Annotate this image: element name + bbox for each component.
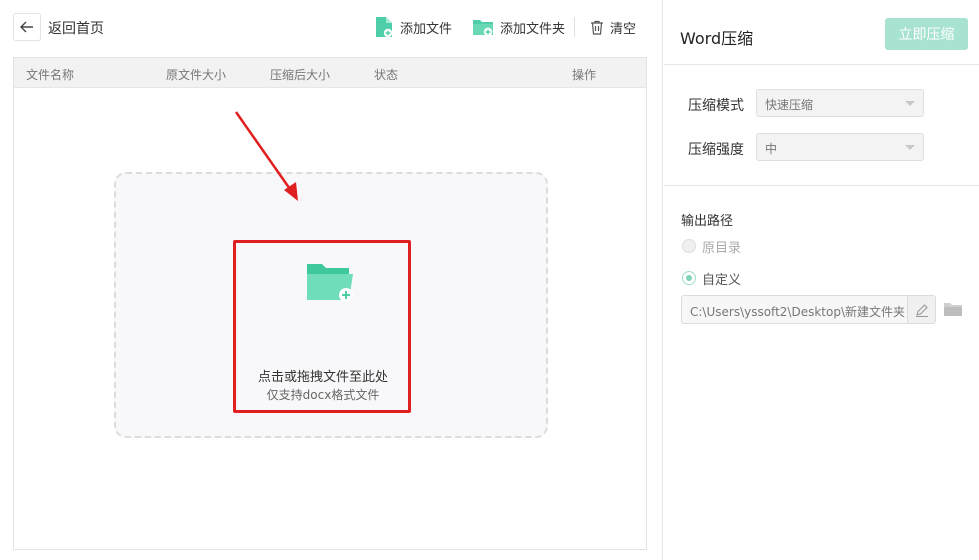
- radio-button[interactable]: [682, 239, 696, 253]
- radio-original-label: 原目录: [702, 240, 742, 256]
- settings-panel: Word压缩 立即压缩 压缩模式 快速压缩 压缩强度 中 输出路径 原目录 自定…: [664, 0, 979, 560]
- radio-custom[interactable]: 自定义: [682, 270, 742, 288]
- column-file-name: 文件名称: [26, 68, 75, 82]
- toolbar: 返回首页 添加文件 添加文件夹 清空: [0, 0, 663, 56]
- trash-icon: [591, 20, 603, 35]
- add-folder-button[interactable]: 添加文件夹: [472, 16, 565, 38]
- radio-button-selected[interactable]: [682, 271, 696, 285]
- add-file-button[interactable]: 添加文件: [374, 16, 452, 38]
- dropzone-subtitle: 仅支持docx格式文件: [266, 388, 380, 402]
- table-header: 文件名称 原文件大小 压缩后大小 状态 操作: [14, 58, 646, 88]
- file-add-icon: [376, 17, 393, 38]
- back-button[interactable]: [13, 13, 41, 41]
- chevron-down-icon: [905, 145, 915, 150]
- folder-plus-icon[interactable]: [305, 262, 355, 304]
- output-path-field[interactable]: C:\Users\yssoft2\Desktop\新建文件夹: [681, 295, 936, 324]
- dropzone-title: 点击或拖拽文件至此处: [257, 370, 388, 385]
- mode-label: 压缩模式: [688, 98, 744, 114]
- compress-now-button[interactable]: 立即压缩: [885, 18, 968, 50]
- panel-divider: [664, 64, 979, 65]
- main-panel: 返回首页 添加文件 添加文件夹 清空 文件名称 原文件大小 压缩后大小 状态 操…: [0, 0, 663, 560]
- folder-icon[interactable]: [943, 301, 963, 317]
- toolbar-divider: [574, 17, 575, 37]
- mode-select[interactable]: 快速压缩: [756, 89, 924, 117]
- column-status: 状态: [374, 68, 399, 82]
- clear-button[interactable]: 清空: [590, 16, 636, 38]
- panel-divider: [664, 185, 979, 186]
- panel-title: Word压缩: [680, 29, 754, 48]
- strength-select[interactable]: 中: [756, 133, 924, 161]
- column-actions: 操作: [572, 68, 597, 82]
- back-home-label[interactable]: 返回首页: [48, 18, 104, 38]
- output-path-label: 输出路径: [681, 214, 734, 229]
- clear-label: 清空: [610, 21, 637, 37]
- add-file-label: 添加文件: [400, 21, 453, 37]
- strength-select-value: 中: [765, 142, 778, 156]
- column-original-size: 原文件大小: [166, 68, 227, 82]
- edit-path-button[interactable]: [907, 296, 935, 323]
- red-arrow-annotation: [234, 111, 298, 201]
- folder-add-icon: [473, 20, 493, 37]
- output-path-value: C:\Users\yssoft2\Desktop\新建文件夹: [690, 305, 905, 319]
- strength-label: 压缩强度: [688, 142, 744, 158]
- radio-original-dir[interactable]: 原目录: [682, 238, 742, 256]
- chevron-down-icon: [905, 101, 915, 106]
- pen-icon: [915, 303, 928, 317]
- mode-select-value: 快速压缩: [765, 98, 814, 112]
- arrow-left-icon: [20, 21, 33, 33]
- radio-custom-label: 自定义: [702, 272, 742, 288]
- add-folder-label: 添加文件夹: [500, 21, 566, 37]
- column-compressed-size: 压缩后大小: [270, 68, 331, 82]
